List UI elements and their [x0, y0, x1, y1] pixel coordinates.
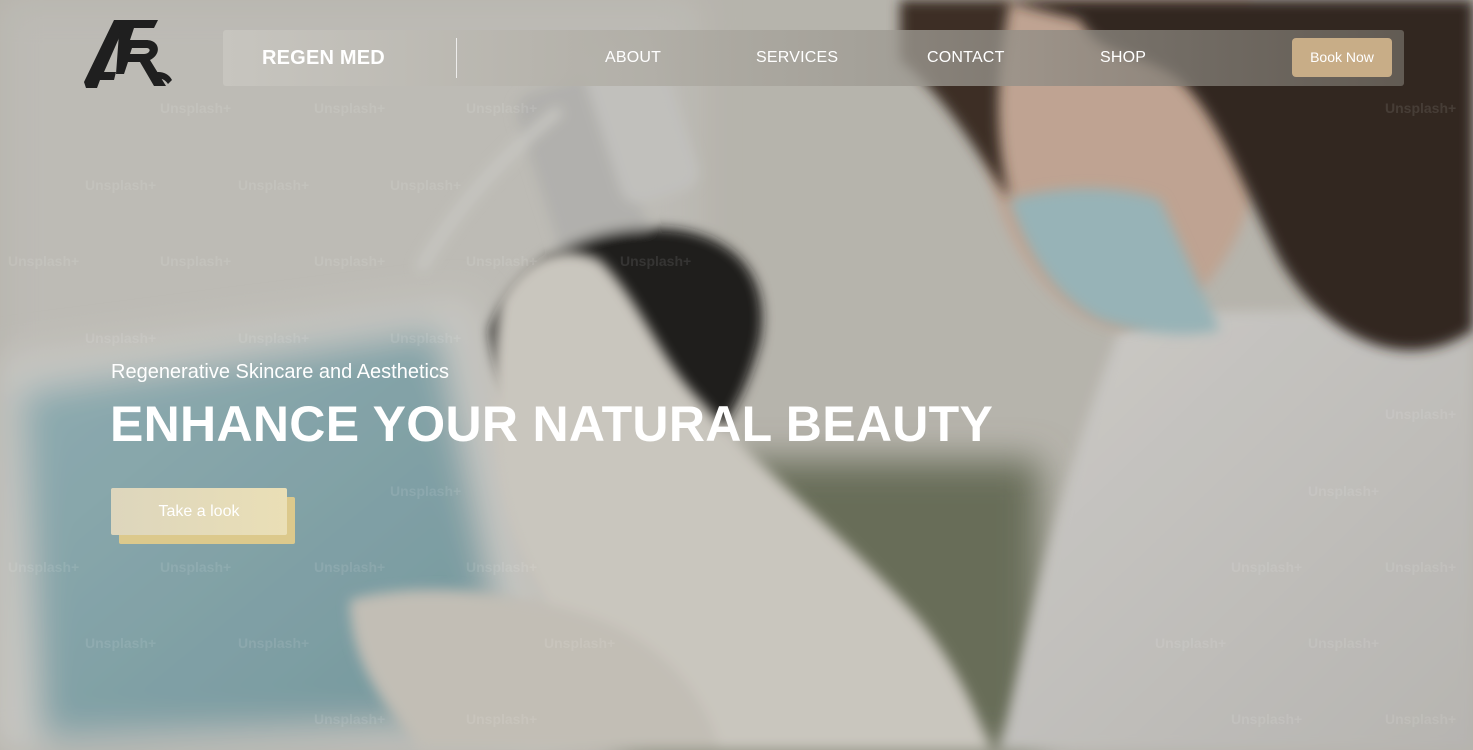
cta-container: Take a look — [111, 488, 295, 545]
hero-headline: ENHANCE YOUR NATURAL BEAUTY — [110, 396, 994, 452]
nav-link-shop[interactable]: SHOP — [1100, 30, 1146, 86]
brand-name[interactable]: REGEN MED — [262, 30, 385, 86]
hero-subtitle: Regenerative Skincare and Aesthetics — [111, 361, 449, 383]
book-now-button[interactable]: Book Now — [1292, 38, 1392, 77]
hero-section: Unsplash+ Unsplash+ Unsplash+ Unsplash+ … — [0, 0, 1473, 750]
nav-link-contact[interactable]: CONTACT — [927, 30, 1005, 86]
take-a-look-button[interactable]: Take a look — [111, 488, 287, 535]
main-navbar: REGEN MED ABOUT SERVICES CONTACT SHOP Bo… — [223, 30, 1404, 86]
nav-divider — [456, 38, 457, 78]
nav-link-about[interactable]: ABOUT — [605, 30, 661, 86]
brand-logo[interactable] — [80, 14, 176, 94]
nav-link-services[interactable]: SERVICES — [756, 30, 838, 86]
